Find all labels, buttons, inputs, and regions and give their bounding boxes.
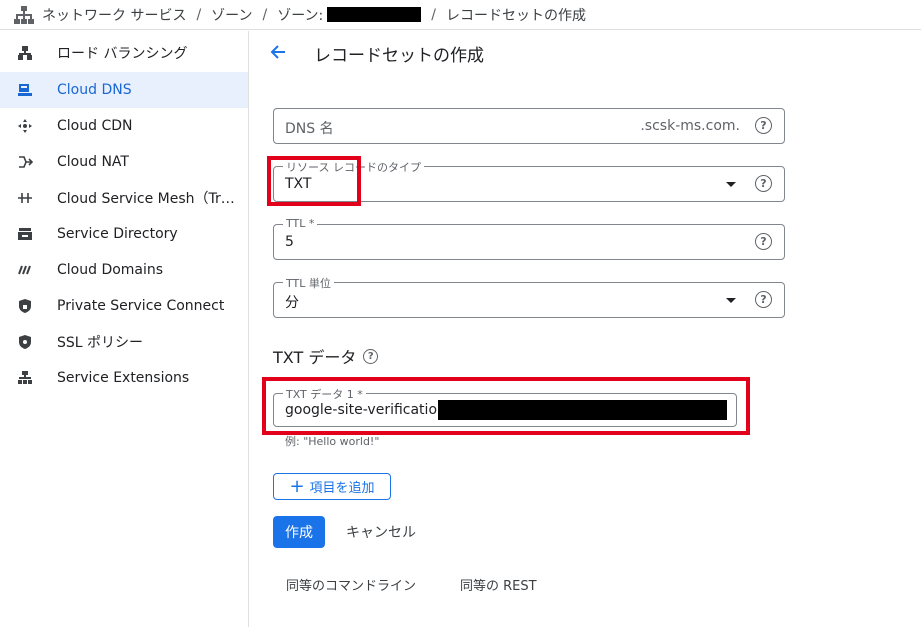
sidebar-item-cloud-service-mesh[interactable]: Cloud Service Mesh（Traffic Director） bbox=[0, 180, 248, 216]
help-icon[interactable]: ? bbox=[755, 233, 772, 250]
ttl-input[interactable]: TTL * 5 ? bbox=[273, 217, 785, 260]
redacted-verification-token bbox=[438, 400, 727, 420]
equivalent-rest-button[interactable]: 同等の REST bbox=[452, 568, 545, 600]
help-icon[interactable]: ? bbox=[363, 348, 379, 364]
breadcrumb: ネットワーク サービス / ゾーン / ゾーン: / レコードセットの作成 bbox=[0, 0, 921, 30]
load-balancing-icon bbox=[16, 44, 34, 62]
service-extensions-icon bbox=[16, 369, 34, 387]
dropdown-arrow-icon bbox=[726, 298, 736, 303]
dropdown-arrow-icon bbox=[726, 182, 736, 187]
main-content: レコードセットの作成 DNS 名 .scsk-ms.com. ? リソース レコ… bbox=[250, 31, 921, 627]
dns-name-suffix: .scsk-ms.com. bbox=[640, 118, 740, 134]
breadcrumb-zone[interactable]: ゾーン: bbox=[277, 5, 323, 25]
page-title: レコードセットの作成 bbox=[314, 46, 484, 66]
sidebar-item-ssl-policy[interactable]: SSL ポリシー bbox=[0, 324, 248, 360]
ttl-unit-label: TTL 単位 bbox=[283, 275, 334, 291]
sidebar-item-label: Private Service Connect bbox=[57, 298, 225, 314]
ttl-label: TTL * bbox=[283, 217, 318, 230]
ttl-value: 5 bbox=[285, 234, 294, 250]
cancel-button[interactable]: キャンセル bbox=[338, 516, 424, 548]
help-icon[interactable]: ? bbox=[755, 117, 772, 134]
sidebar-item-load-balancing[interactable]: ロード バランシング bbox=[0, 35, 248, 71]
sidebar-item-label: Cloud Domains bbox=[57, 262, 164, 278]
sidebar-item-label: SSL ポリシー bbox=[57, 335, 144, 351]
breadcrumb-separator: / bbox=[262, 6, 268, 23]
txt-data-hint: 例: "Hello world!" bbox=[285, 435, 380, 448]
sidebar-item-cloud-cdn[interactable]: Cloud CDN bbox=[0, 108, 248, 144]
redacted-zone-name bbox=[327, 7, 422, 22]
sidebar-item-cloud-dns[interactable]: Cloud DNS bbox=[0, 72, 248, 108]
sidebar: ロード バランシング Cloud DNS Cloud CDN Cloud NAT… bbox=[0, 31, 249, 627]
create-button[interactable]: 作成 bbox=[273, 516, 325, 548]
help-icon[interactable]: ? bbox=[755, 175, 772, 192]
sidebar-item-label: Cloud Service Mesh（Traffic Director） bbox=[57, 191, 237, 207]
txt-data-1-value: google-site-verification= bbox=[285, 402, 458, 418]
sidebar-item-private-service-connect[interactable]: Private Service Connect bbox=[0, 288, 248, 324]
breadcrumb-separator: / bbox=[196, 6, 202, 23]
network-services-icon bbox=[14, 5, 34, 24]
sidebar-item-label: Service Extensions bbox=[57, 370, 190, 386]
private-service-connect-icon bbox=[16, 297, 34, 315]
nat-icon bbox=[16, 153, 34, 171]
record-type-select[interactable]: リソース レコードのタイプ TXT ? bbox=[273, 159, 785, 202]
sidebar-item-cloud-domains[interactable]: Cloud Domains bbox=[0, 252, 248, 288]
txt-data-1-label: TXT データ 1 * bbox=[283, 386, 366, 402]
sidebar-item-label: Cloud NAT bbox=[57, 154, 129, 170]
ssl-policy-icon bbox=[16, 333, 34, 351]
breadcrumb-network-services[interactable]: ネットワーク サービス bbox=[42, 5, 186, 25]
section-title-text: TXT データ bbox=[273, 348, 357, 367]
equivalent-command-line-button[interactable]: 同等のコマンドライン bbox=[278, 568, 424, 600]
service-directory-icon bbox=[16, 225, 34, 243]
dns-name-placeholder: DNS 名 bbox=[285, 121, 334, 137]
dns-name-input[interactable]: DNS 名 .scsk-ms.com. ? bbox=[273, 108, 785, 144]
add-item-label: 項目を追加 bbox=[309, 481, 375, 496]
ttl-unit-value: 分 bbox=[285, 295, 299, 311]
domains-icon bbox=[16, 261, 34, 279]
sidebar-item-label: Cloud DNS bbox=[57, 82, 132, 98]
sidebar-item-label: Service Directory bbox=[57, 226, 178, 242]
arrow-back-icon bbox=[269, 43, 287, 65]
breadcrumb-zones[interactable]: ゾーン bbox=[211, 5, 252, 25]
txt-data-section-title: TXT データ ? bbox=[273, 344, 379, 368]
service-mesh-icon bbox=[16, 189, 34, 207]
breadcrumb-separator: / bbox=[431, 6, 436, 23]
txt-data-1-input[interactable]: TXT データ 1 * google-site-verification= bbox=[273, 386, 737, 427]
help-icon[interactable]: ? bbox=[755, 291, 772, 308]
sidebar-item-label: ロード バランシング bbox=[57, 46, 188, 62]
sidebar-item-service-extensions[interactable]: Service Extensions bbox=[0, 360, 248, 396]
record-type-label: リソース レコードのタイプ bbox=[283, 159, 424, 175]
add-item-button[interactable]: + 項目を追加 bbox=[273, 473, 391, 500]
back-button[interactable] bbox=[267, 43, 289, 65]
sidebar-item-service-directory[interactable]: Service Directory bbox=[0, 216, 248, 252]
record-type-value: TXT bbox=[285, 176, 312, 192]
ttl-unit-select[interactable]: TTL 単位 分 ? bbox=[273, 275, 785, 318]
cdn-icon bbox=[16, 117, 34, 135]
add-icon: + bbox=[289, 475, 305, 497]
sidebar-item-label: Cloud CDN bbox=[57, 118, 133, 134]
sidebar-item-cloud-nat[interactable]: Cloud NAT bbox=[0, 144, 248, 180]
dns-icon bbox=[16, 81, 34, 99]
breadcrumb-current: レコードセットの作成 bbox=[445, 7, 586, 24]
